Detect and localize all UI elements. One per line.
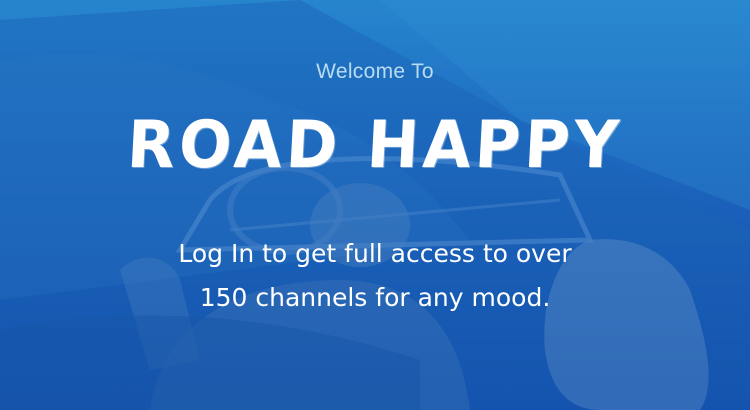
tagline-line-2: 150 channels for any mood. (199, 283, 551, 312)
tagline-line-1: Log In to get full access to over (178, 239, 572, 268)
welcome-screen: Welcome To ROAD HAPPY Log In to get full… (0, 0, 750, 410)
brand-logo-text: ROAD HAPPY (125, 106, 625, 183)
tagline: Log In to get full access to over 150 ch… (0, 232, 750, 320)
welcome-heading: Welcome To (316, 60, 434, 83)
welcome-content: Welcome To ROAD HAPPY Log In to get full… (0, 0, 750, 410)
